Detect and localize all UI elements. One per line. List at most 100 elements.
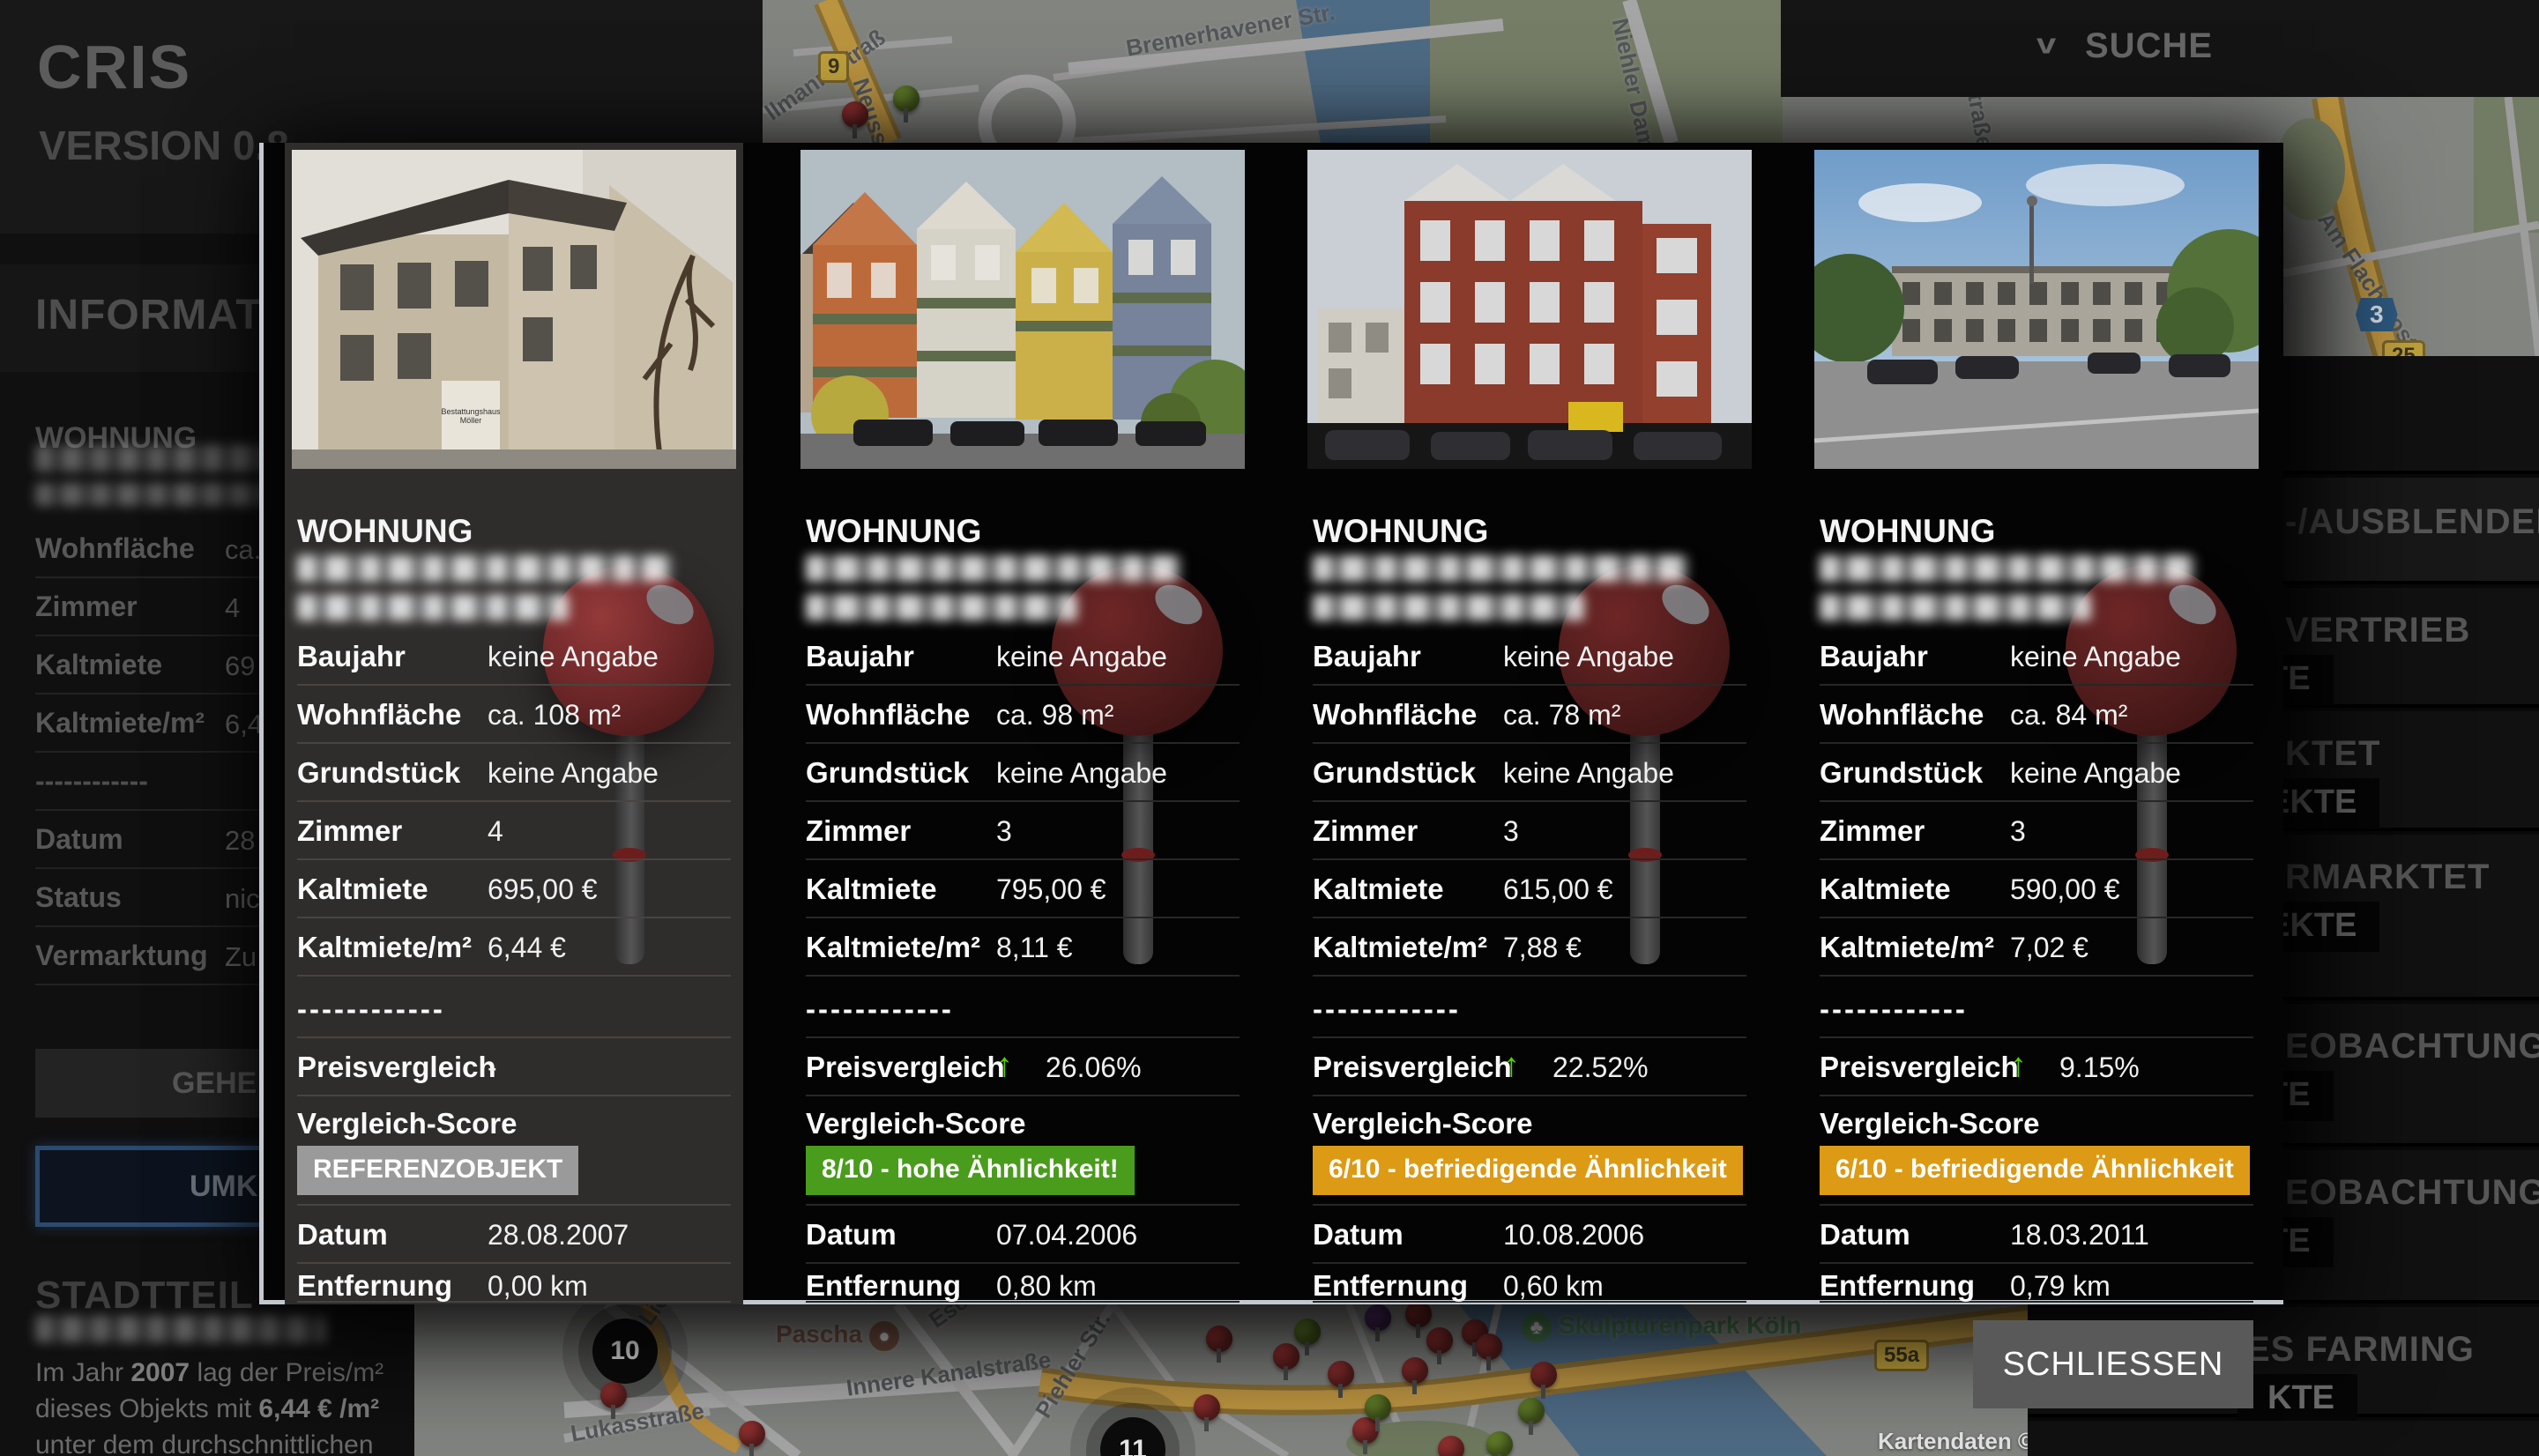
map-pin-green[interactable] [1294,1319,1321,1345]
map-pin-green[interactable] [1518,1398,1545,1424]
price-comparison-value: 22.52% [1552,1051,1649,1084]
score-badge: 6/10 - befriedigende Ähnlichkeit [1820,1146,2250,1195]
card-attribute-row: Wohnflächeca. 98 m² [806,686,1240,744]
price-comparison-label: Preisvergleich [806,1051,1005,1084]
card-divider-row: ------------ [297,980,731,1038]
layer-row-label: EOBACHTUNG [2285,1027,2539,1066]
attribute-value: keine Angabe [488,641,659,673]
divider-dashes: ------------ [1313,992,1461,1026]
summary-segment: Im Jahr [35,1358,130,1387]
attribute-value: keine Angabe [1503,641,1674,673]
map-pin-green[interactable] [893,85,920,112]
attribute-label: Kaltmiete/m² [1820,931,1994,964]
layer-row-label: VERTRIEB [2285,611,2470,650]
attribute-value: 3 [996,815,1012,848]
sidebar-row-label: Datum [35,823,123,856]
redacted-district-name [35,1316,326,1342]
road-number-badge: 3 [2356,298,2398,331]
card-attribute-row: Kaltmiete/m²7,88 € [1313,918,1746,977]
attribute-value: 795,00 € [996,873,1106,906]
comparison-card: WOHNUNGBaujahrkeine AngabeWohnflächeca. … [1807,143,2266,1304]
close-button[interactable]: SCHLIESSEN [1973,1320,2253,1408]
map-pin-red[interactable] [1206,1326,1232,1352]
layer-row-label: EOBACHTUNG [2285,1173,2539,1213]
photo-sign-text: Bestattungshaus Möller [440,407,502,425]
attribute-value: ca. 108 m² [488,699,621,732]
distance-value: 0,00 km [488,1270,588,1303]
sidebar-row-value: 28 [225,825,255,857]
score-label: Vergleich-Score [1820,1107,2039,1140]
map-pin-red[interactable] [600,1382,627,1408]
redacted-address-line [1313,594,1584,620]
redacted-address-line [1313,555,1688,582]
redacted-address-line [297,594,569,620]
card-attribute-row: Kaltmiete615,00 € [1313,860,1746,918]
map-pin-red[interactable] [1438,1436,1464,1456]
card-attribute-row: Baujahrkeine Angabe [297,628,731,686]
map-pin-red[interactable] [739,1421,765,1447]
distance-row: Entfernung0,80 km [806,1264,1240,1303]
map-pin-red[interactable] [1476,1333,1502,1360]
corner-building-photo [292,150,736,469]
road-number-badge: 9 [818,51,849,83]
poi-label-text: Skulpturenpark Köln [1559,1311,1801,1339]
road-number-badge: 55a [1874,1340,1929,1371]
map-cluster-marker[interactable]: 10 [592,1319,658,1384]
search-toggle[interactable]: SUCHE [2085,26,2213,66]
poi-label[interactable]: Pascha● [776,1320,899,1351]
pascha-poi-icon[interactable]: ● [869,1321,899,1351]
card-title: WOHNUNG [1820,513,1995,550]
attribute-label: Kaltmiete/m² [806,931,980,964]
district-section-title: STADTTEIL [35,1274,254,1318]
attribute-label: Baujahr [1820,640,1928,673]
attribute-value: 695,00 € [488,873,598,906]
price-comparison-label: Preisvergleich [1313,1051,1512,1084]
map-pin-red[interactable] [1405,1301,1432,1327]
date-label: Datum [297,1218,388,1252]
attribute-value: 8,11 € [996,932,1073,964]
attribute-value: ca. 78 m² [1503,699,1620,732]
sidebar-row-label: Vermarktung [35,940,208,972]
chevron-down-icon[interactable]: v [2036,29,2056,61]
park-tree-icon[interactable]: ♣ [1522,1312,1552,1342]
layer-row-count-badge: KTE [2237,1374,2357,1424]
map-pin-red[interactable] [1530,1362,1557,1388]
map-pin-red[interactable] [842,101,868,128]
app-logo: CRIS [37,32,191,102]
poi-label[interactable]: ♣Skulpturenpark Köln [1522,1311,1801,1342]
card-attribute-row: Kaltmiete795,00 € [806,860,1240,918]
map-pin-red[interactable] [1328,1361,1354,1387]
map-pin-green[interactable] [1486,1431,1513,1456]
attribute-label: Kaltmiete [297,873,428,906]
sidebar-row-label: Kaltmiete [35,649,162,681]
card-attribute-row: Baujahrkeine Angabe [1820,628,2253,686]
map-pin-purple[interactable] [1365,1304,1391,1331]
attribute-value: 3 [1503,815,1519,848]
comparison-card: Bestattungshaus MöllerWOHNUNGBaujahrkein… [285,143,743,1304]
card-attribute-row: Zimmer3 [1820,802,2253,860]
card-attribute-row: Grundstückkeine Angabe [1313,744,1746,802]
card-attribute-row: Grundstück keine Angabe [1820,744,2253,802]
map-pin-green[interactable] [1365,1394,1391,1421]
price-comparison-row: Preisvergleich↑26.06% [806,1038,1240,1096]
summary-segment: 6,44 € /m² [258,1394,379,1423]
map-pin-red[interactable] [1194,1394,1220,1421]
card-attribute-row: Kaltmiete/m²6,44 € [297,918,731,977]
sidebar-row-value: Zu [225,941,257,973]
map-pin-red[interactable] [1273,1343,1299,1370]
attribute-label: Grundstück [297,756,460,790]
attribute-label: Grundstück [1820,756,1983,790]
card-attribute-row: Kaltmiete590,00 € [1820,860,2253,918]
date-label: Datum [1313,1218,1404,1252]
attribute-value: keine Angabe [2010,757,2181,790]
score-badge: REFERENZOBJEKT [297,1146,578,1195]
attribute-label: Wohnfläche [806,698,970,732]
property-photo [1814,150,2259,469]
search-bar[interactable]: v SUCHE [1781,0,2539,97]
card-divider-row: ------------ [1313,980,1746,1038]
attribute-value: keine Angabe [996,641,1167,673]
attribute-value: 590,00 € [2010,873,2120,906]
map-pin-red[interactable] [1402,1357,1428,1384]
card-title: WOHNUNG [806,513,981,550]
map-pin-red[interactable] [1426,1327,1453,1354]
